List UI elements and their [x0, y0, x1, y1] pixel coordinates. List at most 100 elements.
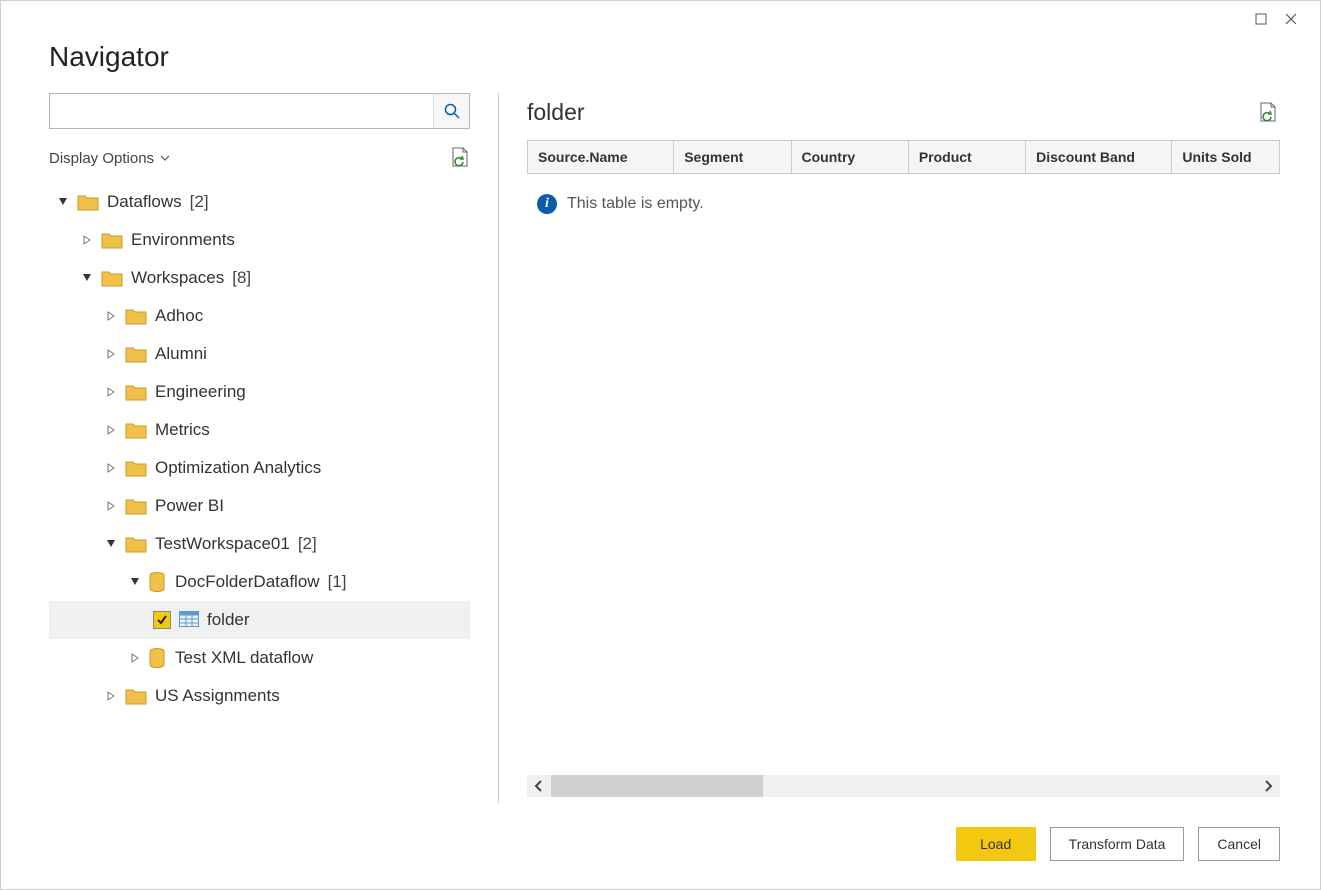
chevron-right-icon [1263, 780, 1273, 792]
folder-icon [101, 231, 123, 249]
collapse-icon[interactable] [57, 196, 69, 208]
content-area: Display Options [1, 93, 1320, 803]
column-header[interactable]: Discount Band [1026, 141, 1172, 173]
display-options-label: Display Options [49, 150, 154, 167]
dataflow-icon [149, 648, 167, 668]
checkbox-checked[interactable] [153, 611, 171, 629]
transform-data-button[interactable]: Transform Data [1050, 827, 1185, 861]
folder-icon [125, 345, 147, 363]
tree-label: Environments [131, 230, 235, 250]
tree-count: [2] [190, 192, 209, 212]
load-button[interactable]: Load [956, 827, 1036, 861]
tree-node-metrics[interactable]: Metrics [49, 411, 470, 449]
tree-node-adhoc[interactable]: Adhoc [49, 297, 470, 335]
display-options-row: Display Options [49, 129, 470, 179]
empty-text: This table is empty. [567, 195, 704, 213]
expand-icon[interactable] [105, 310, 117, 322]
folder-icon [125, 383, 147, 401]
titlebar [1, 1, 1320, 31]
scroll-thumb[interactable] [551, 775, 763, 797]
tree-node-power-bi[interactable]: Power BI [49, 487, 470, 525]
expand-icon[interactable] [105, 500, 117, 512]
expand-icon[interactable] [81, 234, 93, 246]
preview-title-text: folder [527, 99, 585, 126]
column-header[interactable]: Country [792, 141, 909, 173]
tree-node-test-xml-dataflow[interactable]: Test XML dataflow [49, 639, 470, 677]
tree-label: Adhoc [155, 306, 203, 326]
close-button[interactable] [1276, 9, 1306, 29]
scroll-track[interactable] [551, 775, 1256, 797]
collapse-icon[interactable] [81, 272, 93, 284]
column-header[interactable]: Product [909, 141, 1026, 173]
maximize-button[interactable] [1246, 9, 1276, 29]
tree-label: Alumni [155, 344, 207, 364]
tree-node-environments[interactable]: Environments [49, 221, 470, 259]
tree-label: US Assignments [155, 686, 280, 706]
tree-node-folder[interactable]: folder [49, 601, 470, 639]
tree-node-testworkspace01[interactable]: TestWorkspace01 [2] [49, 525, 470, 563]
tree-label: Workspaces [131, 268, 224, 288]
scroll-right-button[interactable] [1256, 775, 1280, 797]
search-box [49, 93, 470, 129]
file-refresh-icon [450, 147, 470, 169]
dataflow-icon [149, 572, 167, 592]
expand-icon[interactable] [129, 652, 141, 664]
folder-icon [101, 269, 123, 287]
tree-count: [8] [232, 268, 251, 288]
search-icon [444, 103, 460, 119]
expand-icon[interactable] [105, 690, 117, 702]
column-header[interactable]: Units Sold [1172, 141, 1280, 173]
folder-icon [77, 193, 99, 211]
tree-node-docfolderdataflow[interactable]: DocFolderDataflow [1] [49, 563, 470, 601]
collapse-icon[interactable] [105, 538, 117, 550]
preview-table-header: Source.Name Segment Country Product Disc… [527, 140, 1280, 174]
navigator-tree[interactable]: Dataflows [2] Environments [49, 179, 470, 803]
expand-icon[interactable] [105, 462, 117, 474]
expand-icon[interactable] [105, 348, 117, 360]
dialog-title: Navigator [1, 31, 1320, 93]
column-header[interactable]: Segment [674, 141, 791, 173]
tree-node-us-assignments[interactable]: US Assignments [49, 677, 470, 715]
refresh-preview-button[interactable] [1258, 102, 1280, 124]
search-button[interactable] [433, 94, 469, 128]
dialog-button-row: Load Transform Data Cancel [1, 803, 1320, 889]
tree-label: Metrics [155, 420, 210, 440]
horizontal-scrollbar[interactable] [527, 775, 1280, 797]
column-header[interactable]: Source.Name [528, 141, 674, 173]
folder-icon [125, 459, 147, 477]
preview-pane: folder Source.Name Segment Country Produ… [499, 93, 1280, 803]
scroll-left-button[interactable] [527, 775, 551, 797]
search-input[interactable] [50, 94, 433, 128]
tree-node-optimization-analytics[interactable]: Optimization Analytics [49, 449, 470, 487]
table-icon [179, 611, 199, 629]
folder-icon [125, 307, 147, 325]
folder-icon [125, 535, 147, 553]
folder-icon [125, 421, 147, 439]
info-icon: i [537, 194, 557, 214]
file-refresh-icon [1258, 102, 1278, 124]
collapse-icon[interactable] [129, 576, 141, 588]
folder-icon [125, 687, 147, 705]
maximize-icon [1255, 13, 1267, 25]
preview-header: folder [527, 93, 1280, 140]
tree-count: [2] [298, 534, 317, 554]
refresh-list-button[interactable] [450, 147, 470, 169]
cancel-button[interactable]: Cancel [1198, 827, 1280, 861]
tree-node-engineering[interactable]: Engineering [49, 373, 470, 411]
chevron-down-icon [160, 153, 170, 163]
tree-label: TestWorkspace01 [155, 534, 290, 554]
expand-icon[interactable] [105, 386, 117, 398]
tree-node-alumni[interactable]: Alumni [49, 335, 470, 373]
tree-node-workspaces[interactable]: Workspaces [8] [49, 259, 470, 297]
tree-label: Power BI [155, 496, 224, 516]
tree-label: Dataflows [107, 192, 182, 212]
tree-label: DocFolderDataflow [175, 572, 320, 592]
tree-node-dataflows[interactable]: Dataflows [2] [49, 183, 470, 221]
tree-label: folder [207, 610, 250, 630]
tree-label: Optimization Analytics [155, 458, 321, 478]
expand-icon[interactable] [105, 424, 117, 436]
close-icon [1285, 13, 1297, 25]
navigator-dialog: Navigator Display Options [0, 0, 1321, 890]
display-options-dropdown[interactable]: Display Options [49, 150, 170, 167]
tree-count: [1] [328, 572, 347, 592]
